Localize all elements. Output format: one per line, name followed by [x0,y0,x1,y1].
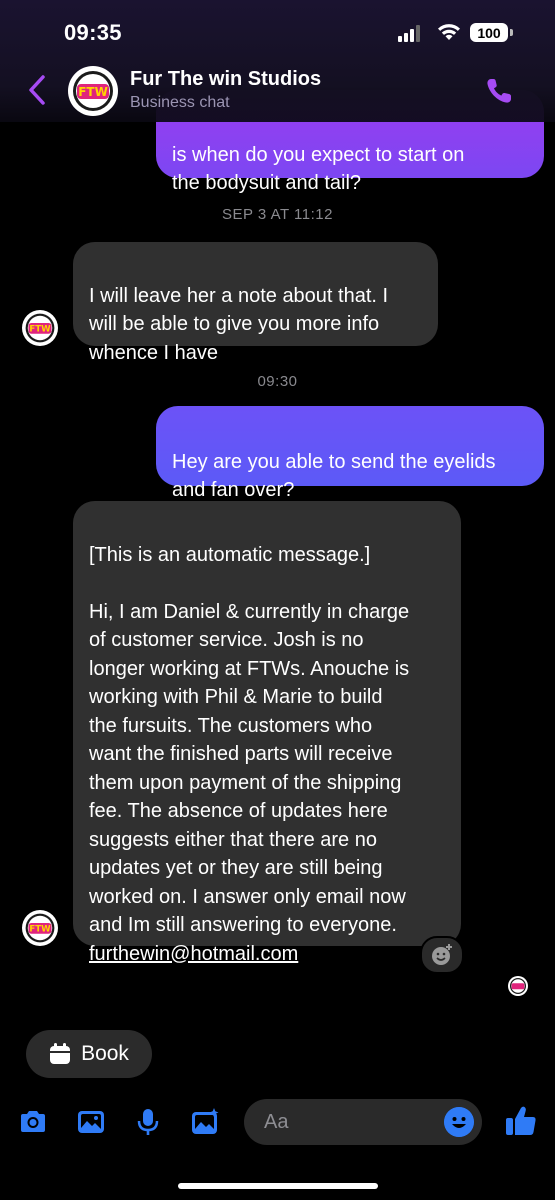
incoming-message[interactable]: I will leave her a note about that. I wi… [73,242,438,364]
message-text: I will leave her a note about that. I wi… [89,284,389,364]
message-timestamp: SEP 3 AT 11:12 [222,206,333,223]
message-text: [This is an automatic message.] Hi, I am… [89,543,410,937]
thumbs-up-icon[interactable] [504,1104,538,1138]
microphone-icon[interactable] [133,1107,163,1137]
back-chevron-icon[interactable] [26,74,48,106]
book-label: Book [81,1042,129,1065]
add-reaction-icon [432,944,452,965]
chat-header: 09:35 100 FTW Fur The win Studios Busine… [0,0,555,122]
ftw-logo-icon: FTW [25,913,55,943]
svg-text:FTW: FTW [29,325,51,335]
ftw-logo-icon [510,978,526,994]
seen-indicator-avatar [508,976,528,996]
email-link[interactable]: furthewin@hotmail.com [89,943,298,965]
message-timestamp: 09:30 [257,373,298,390]
chat-title[interactable]: Fur The win Studios [130,68,321,91]
emoji-icon[interactable] [444,1107,474,1137]
battery-indicator: 100 [470,23,513,42]
message-input-placeholder: Aa [264,1110,289,1133]
photo-icon[interactable] [76,1107,106,1137]
incoming-message[interactable]: [This is an automatic message.] Hi, I am… [73,501,461,965]
sender-avatar[interactable]: FTW [22,910,58,946]
book-button[interactable]: Book [26,1030,152,1078]
svg-text:FTW: FTW [78,85,108,99]
chat-subtitle: Business chat [130,94,230,111]
wifi-icon [438,24,460,40]
battery-level: 100 [477,24,501,41]
cellular-signal-icon [398,25,420,42]
phone-icon[interactable] [484,76,514,106]
message-text: Hey are you able to send the eyelids and… [172,450,496,502]
message-text: is when do you expect to start on the bo… [172,143,465,195]
sender-avatar[interactable]: FTW [22,310,58,346]
camera-icon[interactable] [18,1107,48,1137]
gallery-sparkle-icon[interactable] [190,1107,220,1137]
add-reaction-button[interactable] [420,936,464,974]
business-avatar[interactable]: FTW [68,66,118,116]
status-time: 09:35 [64,20,122,45]
svg-text:FTW: FTW [29,925,51,935]
ftw-logo-icon: FTW [25,313,55,343]
ftw-logo-icon: FTW [73,71,113,111]
calendar-icon [50,1043,71,1064]
outgoing-message[interactable]: Hey are you able to send the eyelids and… [156,406,544,501]
home-indicator [178,1183,378,1189]
